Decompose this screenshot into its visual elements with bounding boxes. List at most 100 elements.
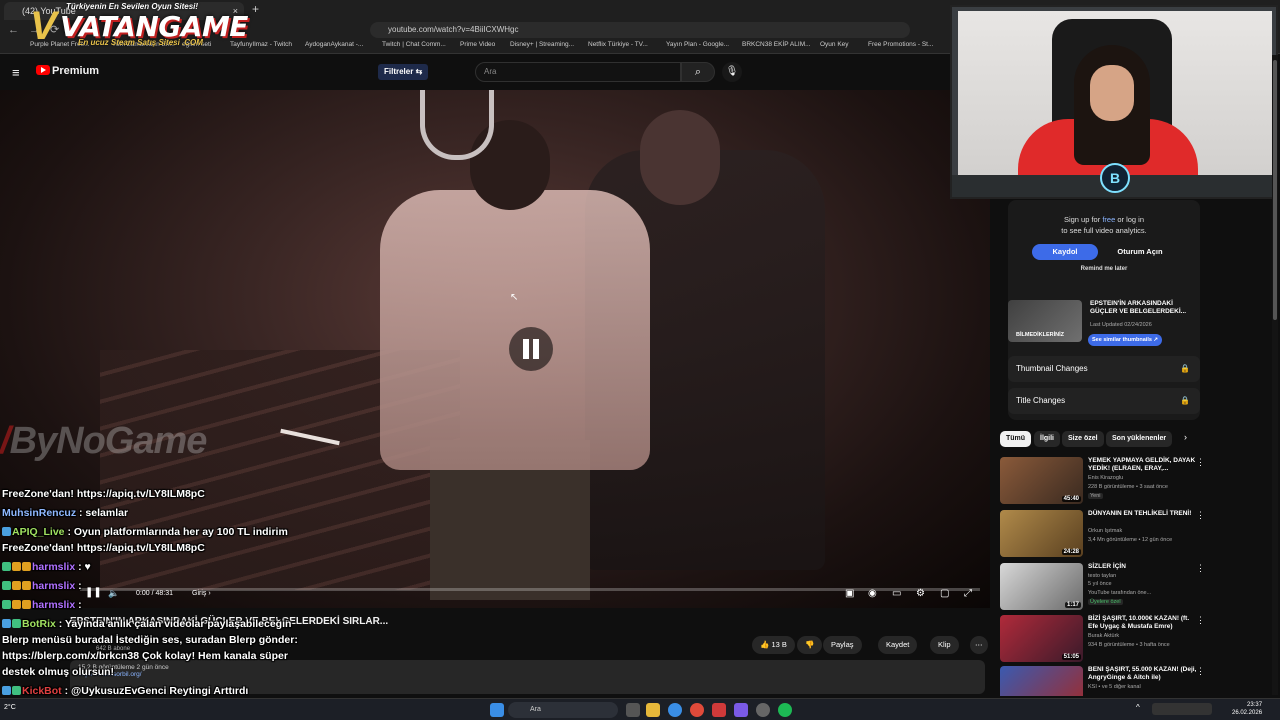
bookmark-item[interactable]: Prime Video: [460, 41, 495, 48]
weather-widget[interactable]: 2°C: [4, 704, 16, 711]
url-field[interactable]: youtube.com/watch?v=4BiiICXWHgc: [370, 22, 910, 38]
chip-all[interactable]: Tümü: [1000, 431, 1032, 447]
title-changes-label: Title Changes: [1016, 396, 1066, 405]
like-button[interactable]: 👍 13 B: [752, 636, 795, 654]
filter-chips: Tümü İlgili Size özel Son yüklenenler ›: [1000, 431, 1270, 449]
hamburger-menu-icon[interactable]: ≡: [12, 65, 20, 80]
chat-badge-icon: [2, 619, 11, 628]
more-options-icon[interactable]: ⋮: [1196, 510, 1205, 521]
youtube-header: ≡ Premium Filtreler ⇆ Ara ⌕ 🎙: [0, 55, 950, 89]
task-view-icon[interactable]: [626, 703, 640, 717]
chrome-icon[interactable]: [690, 703, 704, 717]
save-button[interactable]: Kaydet: [878, 636, 918, 654]
register-button[interactable]: Kaydol: [1032, 244, 1098, 260]
bookmark-item[interactable]: AydoganAykanat -...: [305, 41, 363, 48]
subtitles-icon[interactable]: ▭: [892, 588, 901, 599]
chat-message: KickBot : @UykusuzEvGenci Reytingi Arttı…: [2, 685, 248, 697]
theater-icon[interactable]: ▢: [940, 588, 949, 599]
recommendation-title: DÜNYANIN EN TEHLİKELİ TRENİ!: [1088, 510, 1192, 517]
chat-message: harmslix :: [2, 580, 82, 592]
video-duration: 51:05: [1061, 654, 1081, 660]
youtube-logo-icon[interactable]: [36, 65, 50, 75]
chat-nick: APIQ_Live: [12, 526, 65, 538]
bookmark-item[interactable]: Yayın Plan - Google...: [666, 41, 729, 48]
bookmark-item[interactable]: Free Promotions - St...: [868, 41, 933, 48]
pause-icon[interactable]: [509, 327, 553, 371]
search-icon[interactable]: ⌕: [681, 62, 715, 82]
recommendation-channel[interactable]: Burak Aktürk: [1088, 633, 1119, 639]
streamer-logo-icon: B: [1100, 163, 1130, 193]
chat-text: :: [75, 580, 82, 592]
bookmark-item[interactable]: BRKCN38 EKİP ALIM...: [742, 41, 811, 48]
autoplay-toggle-icon[interactable]: ◉: [868, 588, 877, 599]
recommendation-featured: YouTube tarafından öne...: [1088, 590, 1152, 596]
play-pause-icon[interactable]: ❚❚: [85, 587, 102, 598]
chip-for-you[interactable]: Size özel: [1062, 431, 1104, 447]
signup-free: free: [1102, 215, 1116, 224]
more-actions-icon[interactable]: ⋯: [970, 636, 988, 654]
bookmark-item[interactable]: Netflix Türkiye - TV...: [588, 41, 648, 48]
volume-icon[interactable]: 🔈: [108, 588, 119, 599]
clock[interactable]: 23:37 26.02.2026: [1232, 701, 1262, 717]
description-link[interactable]: https://www.sorbil.org/: [78, 671, 977, 678]
fullscreen-icon[interactable]: ⤢: [964, 588, 972, 599]
chat-text: : selamlar: [76, 507, 129, 519]
vatangame-sub: En ucuz Steam Satış Sitesi .COM: [78, 38, 203, 47]
more-options-icon[interactable]: ⋮: [1196, 666, 1205, 677]
new-tab-button[interactable]: +: [252, 2, 259, 16]
file-explorer-icon[interactable]: [646, 703, 660, 717]
chat-nick: BotRix: [22, 618, 56, 630]
obs-icon[interactable]: [756, 703, 770, 717]
miniplayer-icon[interactable]: ▣: [845, 588, 854, 599]
filters-button[interactable]: Filtreler ⇆: [378, 64, 429, 80]
recommendation-item[interactable]: 51:05 BİZİ ŞAŞIRT, 10.000€ KAZAN! (ft. E…: [1000, 615, 1270, 665]
thumbnail-changes-row[interactable]: Thumbnail Changes 🔒: [1008, 356, 1200, 382]
screen: (42) YouTube × + ←→⟳ youtube.com/watch?v…: [0, 0, 1280, 720]
recommendation-channel[interactable]: KSI • ve 5 diğer kanal: [1088, 684, 1141, 690]
spotify-icon[interactable]: [778, 703, 792, 717]
dislike-icon[interactable]: 👎: [797, 636, 823, 654]
more-options-icon[interactable]: ⋮: [1196, 563, 1205, 574]
clip-button[interactable]: Klip: [930, 636, 959, 654]
login-button[interactable]: Oturum Açın: [1104, 244, 1176, 260]
recommendation-item[interactable]: BENİ ŞAŞIRT, 55.000 KAZAN! (Deji, AngryG…: [1000, 666, 1270, 696]
microphone-icon[interactable]: 🎙: [722, 62, 742, 82]
recommendation-channel[interactable]: Enis Kirazoglu: [1088, 475, 1123, 481]
tray-chevron-icon[interactable]: ^: [1136, 703, 1144, 717]
video-duration: 45:40: [1061, 496, 1081, 502]
bookmark-item[interactable]: Oyun Key: [820, 41, 849, 48]
title-changes-row[interactable]: Title Changes 🔒: [1008, 388, 1200, 414]
recommendation-item[interactable]: 1:17 SİZLER İÇİN testo taylan 5 yıl önce…: [1000, 563, 1270, 613]
like-icon: 👍: [760, 640, 770, 649]
windows-start-icon[interactable]: [490, 703, 504, 717]
chat-badge-icon: [12, 600, 21, 609]
chapter-button[interactable]: Giriş ›: [192, 590, 211, 597]
chip-recent[interactable]: Son yüklenenler: [1106, 431, 1173, 447]
bynogame-text: ByNoGame: [9, 420, 208, 462]
more-options-icon[interactable]: ⋮: [1196, 615, 1205, 626]
recommendation-channel[interactable]: testo taylan: [1088, 573, 1116, 579]
chip-related[interactable]: İlgili: [1034, 431, 1060, 447]
system-tray-icons[interactable]: [1152, 703, 1212, 715]
discord-icon[interactable]: [734, 703, 748, 717]
search-input[interactable]: Ara: [475, 62, 681, 82]
scrollbar-thumb[interactable]: [1273, 60, 1277, 320]
chevron-right-icon[interactable]: ›: [1184, 432, 1187, 442]
bookmark-item[interactable]: Twitch | Chat Comm...: [382, 41, 446, 48]
edge-icon[interactable]: [668, 703, 682, 717]
recommendation-item[interactable]: 24:28 DÜNYANIN EN TEHLİKELİ TRENİ! Orkun…: [1000, 510, 1270, 560]
youtube-premium-label[interactable]: Premium: [52, 65, 99, 77]
recommendation-channel[interactable]: Orkun Işıtmak: [1088, 528, 1122, 534]
settings-icon[interactable]: ⚙: [916, 588, 925, 599]
more-options-icon[interactable]: ⋮: [1196, 457, 1205, 468]
taskbar-search[interactable]: Ara: [508, 702, 618, 718]
like-count: 13 B: [771, 640, 787, 649]
see-similar-button[interactable]: See similar thumbnails ↗: [1088, 334, 1163, 346]
chat-badge-icon: [22, 562, 31, 571]
share-button[interactable]: Paylaş: [823, 636, 862, 654]
brave-icon[interactable]: [712, 703, 726, 717]
remind-later-link[interactable]: Remind me later: [1008, 266, 1200, 272]
recommendation-item[interactable]: 45:40 YEMEK YAPMAYA GELDİK, DAYAK YEDİK!…: [1000, 457, 1270, 507]
bookmark-item[interactable]: Disney+ | Streaming...: [510, 41, 574, 48]
thumbnail-changes-label: Thumbnail Changes: [1016, 364, 1088, 373]
